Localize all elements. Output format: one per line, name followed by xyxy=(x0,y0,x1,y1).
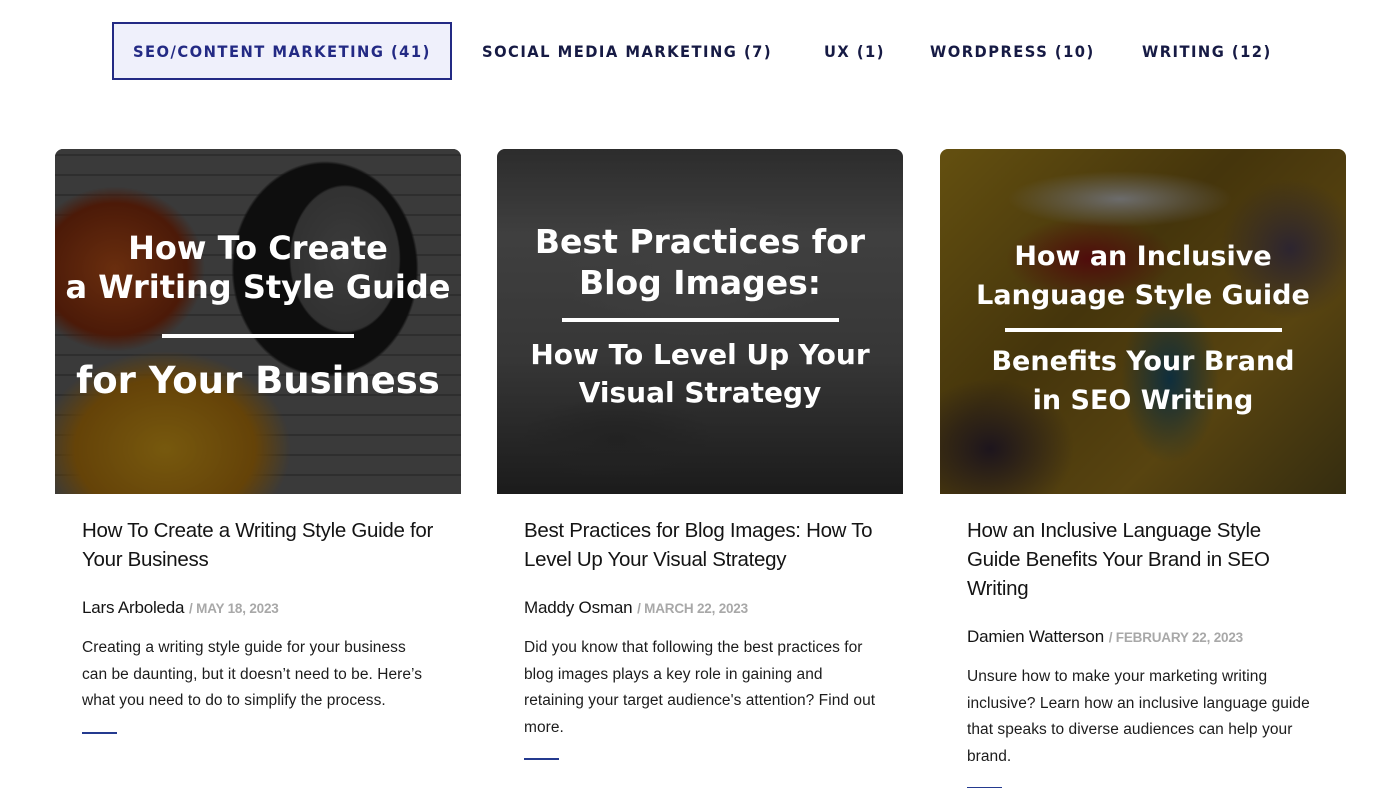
post-author[interactable]: Maddy Osman xyxy=(524,598,633,617)
post-card: Best Practices for Blog Images: How To L… xyxy=(497,149,903,760)
caption-line: a Writing Style Guide xyxy=(65,268,451,306)
caption-line: Language Style Guide xyxy=(976,280,1310,311)
post-author[interactable]: Lars Arboleda xyxy=(82,598,185,617)
post-card: How an Inclusive Language Style Guide Be… xyxy=(940,149,1346,788)
post-date: / MARCH 22, 2023 xyxy=(637,601,748,616)
caption-line: How To Level Up Your xyxy=(530,338,870,371)
tab-wordpress[interactable]: WORDPRESS (10) xyxy=(930,22,1095,80)
caption-line: Best Practices for xyxy=(534,222,866,261)
post-thumbnail[interactable]: How To Create a Writing Style Guide for … xyxy=(55,149,461,494)
caption-line: Benefits Your Brand xyxy=(991,346,1295,377)
post-excerpt: Creating a writing style guide for your … xyxy=(82,639,423,709)
post-title-link[interactable]: How an Inclusive Language Style Guide Be… xyxy=(967,516,1319,603)
post-title-link[interactable]: Best Practices for Blog Images: How To L… xyxy=(524,516,876,574)
post-meta: Maddy Osman / MARCH 22, 2023 xyxy=(524,597,876,620)
post-date: / MAY 18, 2023 xyxy=(189,601,279,616)
post-excerpt: Did you know that following the best pra… xyxy=(524,639,876,736)
thumbnail-caption: How an Inclusive Language Style Guide Be… xyxy=(940,237,1346,420)
post-excerpt: Unsure how to make your marketing writin… xyxy=(967,668,1310,765)
caption-line: in SEO Writing xyxy=(1032,385,1254,416)
post-meta: Damien Watterson / FEBRUARY 22, 2023 xyxy=(967,626,1319,649)
post-card: How To Create a Writing Style Guide for … xyxy=(55,149,461,734)
caption-line: Visual Strategy xyxy=(578,376,822,409)
tab-writing[interactable]: WRITING (12) xyxy=(1142,22,1272,80)
post-author[interactable]: Damien Watterson xyxy=(967,627,1104,646)
caption-line: for Your Business xyxy=(76,359,440,402)
tab-ux[interactable]: UX (1) xyxy=(824,22,885,80)
caption-divider xyxy=(162,334,354,338)
post-meta: Lars Arboleda / MAY 18, 2023 xyxy=(82,597,434,620)
tab-seo-content-marketing[interactable]: SEO/CONTENT MARKETING (41) xyxy=(112,22,452,80)
tab-social-media-marketing[interactable]: SOCIAL MEDIA MARKETING (7) xyxy=(482,22,772,80)
caption-line: How an Inclusive xyxy=(1014,241,1272,272)
post-title-link[interactable]: How To Create a Writing Style Guide for … xyxy=(82,516,434,574)
thumbnail-caption: How To Create a Writing Style Guide for … xyxy=(55,229,461,404)
accent-bar xyxy=(82,731,117,734)
caption-divider xyxy=(1004,328,1282,332)
post-thumbnail[interactable]: Best Practices for Blog Images: How To L… xyxy=(497,149,903,494)
tab-label: SEO/CONTENT MARKETING (41) xyxy=(133,41,431,61)
thumbnail-caption: Best Practices for Blog Images: How To L… xyxy=(497,221,903,412)
caption-line: Blog Images: xyxy=(578,263,822,302)
caption-line: How To Create xyxy=(128,229,388,267)
post-date: / FEBRUARY 22, 2023 xyxy=(1108,630,1243,645)
post-thumbnail[interactable]: How an Inclusive Language Style Guide Be… xyxy=(940,149,1346,494)
caption-divider xyxy=(561,318,839,322)
accent-bar xyxy=(524,758,559,760)
